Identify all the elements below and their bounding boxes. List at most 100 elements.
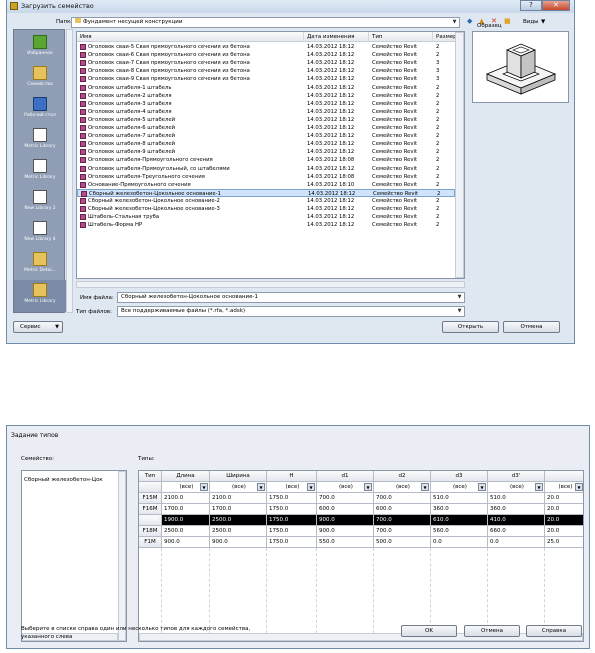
- type-value-cell[interactable]: 510.0: [431, 493, 488, 504]
- column-name[interactable]: Имя: [77, 32, 304, 42]
- type-name-cell[interactable]: F1M: [139, 537, 162, 548]
- file-row[interactable]: Штабель-Форма HP 14.03.2012 18:12 Семейств…: [77, 221, 455, 229]
- type-value-cell[interactable]: 360.0: [431, 504, 488, 515]
- column-filter[interactable]: (все) ▼: [545, 482, 583, 493]
- type-value-cell[interactable]: 900.0: [162, 537, 210, 548]
- chevron-down-icon[interactable]: ▼: [364, 483, 372, 491]
- chevron-down-icon[interactable]: ▼: [535, 483, 543, 491]
- type-value-cell[interactable]: 2500.0: [210, 526, 267, 537]
- type-value-cell[interactable]: 900.0: [317, 526, 374, 537]
- column-header[interactable]: d3': [488, 471, 545, 482]
- type-value-cell[interactable]: 600.0: [374, 504, 431, 515]
- type-value-cell[interactable]: 20.0: [545, 526, 583, 537]
- column-header[interactable]: d2: [374, 471, 431, 482]
- file-row[interactable]: Оголовок штабеля-2 штабеля 14.03.2012 18:…: [77, 92, 455, 100]
- file-row[interactable]: Оголовок штабеля-Треугольного сечения 14.…: [77, 173, 455, 181]
- filename-input[interactable]: Сборный железобетон-Цокольное основание-…: [117, 292, 465, 303]
- type-value-cell[interactable]: 25.0: [545, 537, 583, 548]
- type-value-cell[interactable]: 20.0: [545, 504, 583, 515]
- file-row[interactable]: Оголовок сваи-8 Свая прямоугольного сече…: [77, 67, 455, 75]
- column-header[interactable]: Тип: [139, 471, 162, 482]
- file-row[interactable]: Оголовок штабеля-3 штабеля 14.03.2012 18:…: [77, 100, 455, 108]
- file-row[interactable]: Оголовок сваи-9 Свая прямоугольного сече…: [77, 75, 455, 83]
- type-value-cell[interactable]: 700.0: [317, 493, 374, 504]
- cancel-button[interactable]: Отмена: [464, 625, 520, 637]
- type-value-cell[interactable]: 510.0: [488, 493, 545, 504]
- open-button[interactable]: Открыть: [442, 321, 499, 333]
- type-value-cell[interactable]: 2100.0: [210, 493, 267, 504]
- type-value-cell[interactable]: 0.0: [488, 537, 545, 548]
- type-value-cell[interactable]: 1700.0: [162, 504, 210, 515]
- type-value-cell[interactable]: 1750.0: [267, 515, 317, 526]
- column-date[interactable]: Дата изменения: [304, 32, 369, 42]
- places-scrollbar[interactable]: [66, 29, 73, 313]
- file-row[interactable]: Оголовок штабеля-6 штабелей 14.03.2012 18…: [77, 124, 455, 132]
- chevron-down-icon[interactable]: ▼: [257, 483, 265, 491]
- type-value-cell[interactable]: 1750.0: [267, 526, 317, 537]
- service-button[interactable]: Сервис ▼: [13, 321, 63, 333]
- file-row[interactable]: Оголовок штабеля-1 штабель 14.03.2012 18:…: [77, 84, 455, 92]
- type-value-cell[interactable]: 700.0: [374, 515, 431, 526]
- file-row[interactable]: Оголовок штабеля-4 штабеля 14.03.2012 18:…: [77, 108, 455, 116]
- type-value-cell[interactable]: 660.0: [488, 526, 545, 537]
- file-row[interactable]: Оголовок штабеля-Прямоугольный, со штабе…: [77, 165, 455, 173]
- column-header[interactable]: H: [267, 471, 317, 482]
- type-value-cell[interactable]: 700.0: [374, 493, 431, 504]
- type-value-cell[interactable]: 610.0: [431, 515, 488, 526]
- place-families[interactable]: Семейства: [14, 63, 66, 95]
- type-value-cell[interactable]: 1750.0: [267, 537, 317, 548]
- column-header[interactable]: d1: [317, 471, 374, 482]
- file-row[interactable]: Сборный железобетон-Цокольное основание-…: [77, 188, 455, 197]
- type-value-cell[interactable]: 600.0: [317, 504, 374, 515]
- file-row[interactable]: Оголовок штабеля-5 штабелей 14.03.2012 18…: [77, 116, 455, 124]
- type-value-cell[interactable]: 360.0: [488, 504, 545, 515]
- type-value-cell[interactable]: 1750.0: [267, 493, 317, 504]
- place-desktop[interactable]: Рабочий стол: [14, 94, 66, 126]
- chevron-down-icon[interactable]: ▼: [575, 483, 583, 491]
- column-header[interactable]: [545, 471, 583, 482]
- type-value-cell[interactable]: 20.0: [545, 515, 583, 526]
- close-button[interactable]: ✕: [542, 0, 570, 11]
- column-filter[interactable]: (все) ▼: [374, 482, 431, 493]
- help-title-button[interactable]: ?: [520, 0, 542, 11]
- column-header[interactable]: Длина: [162, 471, 210, 482]
- column-filter[interactable]: (все) ▼: [431, 482, 488, 493]
- chevron-down-icon[interactable]: ▼: [478, 483, 486, 491]
- type-value-cell[interactable]: 900.0: [317, 515, 374, 526]
- type-value-cell[interactable]: 410.0: [488, 515, 545, 526]
- file-row[interactable]: Штабель-Стальная труба 14.03.2012 18:12 Се…: [77, 213, 455, 221]
- place-new-library-2[interactable]: New Library 2: [14, 187, 66, 219]
- family-list-item[interactable]: Сборный железобетон-Цок: [24, 477, 116, 483]
- column-header[interactable]: Ширина: [210, 471, 267, 482]
- file-row[interactable]: Оголовок сваи-7 Свая прямоугольного сече…: [77, 59, 455, 67]
- file-row[interactable]: Оголовок штабеля-9 штабелей 14.03.2012 18…: [77, 148, 455, 156]
- chevron-down-icon[interactable]: ▼: [421, 483, 429, 491]
- column-type[interactable]: Тип: [369, 32, 433, 42]
- type-value-cell[interactable]: 20.0: [545, 493, 583, 504]
- column-filter[interactable]: (все) ▼: [317, 482, 374, 493]
- type-value-cell[interactable]: 1750.0: [267, 504, 317, 515]
- new-folder-icon[interactable]: ■: [504, 16, 511, 26]
- column-filter[interactable]: (все) ▼: [267, 482, 317, 493]
- column-filter[interactable]: (все) ▼: [162, 482, 210, 493]
- place-metric-library-3[interactable]: Metric Library: [14, 280, 66, 312]
- file-row[interactable]: Оголовок штабеля-Прямоугольного сечения 1…: [77, 156, 455, 164]
- cancel-button[interactable]: Отмена: [503, 321, 560, 333]
- column-filter[interactable]: (все) ▼: [488, 482, 545, 493]
- family-list-scrollbar[interactable]: [118, 471, 126, 641]
- views-chevron-icon[interactable]: ▼: [541, 19, 545, 25]
- type-name-cell[interactable]: F15M: [139, 493, 162, 504]
- type-value-cell[interactable]: 2500.0: [162, 526, 210, 537]
- column-header[interactable]: d3: [431, 471, 488, 482]
- type-name-cell[interactable]: F18M: [139, 526, 162, 537]
- type-value-cell[interactable]: 2500.0: [210, 515, 267, 526]
- place-metric-library-2[interactable]: Metric Library: [14, 156, 66, 188]
- file-row[interactable]: Оголовок штабеля-8 штабелей 14.03.2012 18…: [77, 140, 455, 148]
- type-value-cell[interactable]: 550.0: [317, 537, 374, 548]
- file-row[interactable]: Сборный железобетон-Цокольное основание-…: [77, 197, 455, 205]
- file-list-scrollbar[interactable]: [455, 32, 464, 278]
- place-metric-library-1[interactable]: Metric Library: [14, 125, 66, 157]
- column-filter[interactable]: (все) ▼: [210, 482, 267, 493]
- place-new-library-4[interactable]: New Library 4: [14, 218, 66, 250]
- type-value-cell[interactable]: 1700.0: [210, 504, 267, 515]
